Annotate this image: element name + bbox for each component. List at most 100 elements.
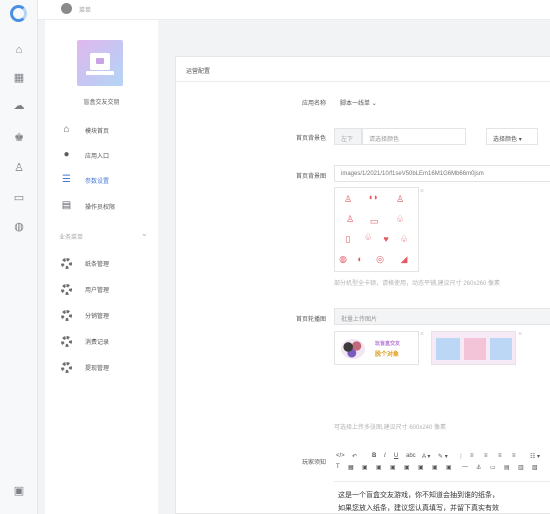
align-center-icon[interactable]: ≡ xyxy=(484,453,488,459)
menu-item-label: 纸条管理 xyxy=(85,262,110,268)
lock-icon[interactable]: ▣ xyxy=(13,485,25,497)
print-icon[interactable]: ▤ xyxy=(504,464,510,471)
map-icon[interactable]: ▣ xyxy=(418,464,424,471)
select-color-label: 选择颜色 xyxy=(493,137,518,143)
user-icon[interactable]: ♙ xyxy=(13,162,25,174)
bg-color-label: 首页背景色 xyxy=(295,136,326,142)
select-color-button[interactable]: 选择颜色 ▾ xyxy=(486,128,538,145)
gift-box-icon xyxy=(90,53,110,70)
home-icon[interactable]: ⌂ xyxy=(13,44,25,56)
breadcrumb[interactable]: 菜单 xyxy=(79,5,91,14)
remove-banner-2-icon[interactable]: × xyxy=(518,331,522,338)
editor-content[interactable]: 这是一个盲盒交友游戏，你不知道会抽到谁的纸条， 如果您放入纸条，建议您认真填写，… xyxy=(334,481,550,514)
hr-icon[interactable]: — xyxy=(462,464,468,470)
secondary-menu: 盲盒交友交朋 ⌂ 模块首页 ● 应用入口 ☰ 参数设置 ▤ 操作员权限 业务菜单… xyxy=(45,20,158,514)
monitor-icon[interactable]: ▭ xyxy=(13,192,25,204)
bg-image-preview: ♙ ◖◗ ♙ ♙ ▭ ♧ ▯ ♧ ♥ ♧ ◍ ◐ ◎ ◢ xyxy=(334,187,419,272)
batch-upload-button[interactable]: 批量上传图片 xyxy=(334,308,550,325)
gear-icon xyxy=(61,284,72,295)
bg-color-input[interactable]: 请选择颜色 xyxy=(362,128,466,145)
strikethrough-icon[interactable]: abc xyxy=(406,453,416,459)
cloud-icon[interactable]: ☁ xyxy=(13,100,25,112)
cup-icon: ♙ xyxy=(395,194,405,204)
menu-item-notes[interactable]: 纸条管理 xyxy=(45,251,158,275)
underline-icon[interactable]: U xyxy=(394,453,398,459)
users-icon[interactable]: ♚ xyxy=(13,132,25,144)
box-image xyxy=(436,338,460,360)
app-name-label: 应用名称 xyxy=(301,101,326,107)
app-logo-icon[interactable] xyxy=(10,5,27,22)
banner-text-2: 脱个对象 xyxy=(375,352,400,358)
bg-image-hint: 部分机型全卡顿，请格使用，动态平铺,建议尺寸 260x260 像素 xyxy=(334,281,501,287)
document-icon: ▤ xyxy=(61,200,72,211)
menu-item-distribution[interactable]: 分销管理 xyxy=(45,303,158,327)
app-name-select[interactable]: 脚本一线单 ⌄ xyxy=(334,93,396,110)
music-icon[interactable]: ▣ xyxy=(404,464,410,471)
align-left-icon[interactable]: ≡ xyxy=(470,453,474,459)
paragraph-icon[interactable]: T xyxy=(336,464,340,470)
anchor-icon[interactable]: ⚓ xyxy=(476,464,481,471)
more-icon[interactable]: ⋮ xyxy=(458,453,464,460)
notice-label: 玩家须知 xyxy=(301,460,326,466)
search-icon[interactable]: ▧ xyxy=(532,464,538,471)
tray-shape xyxy=(86,71,114,75)
icecream-icon: ♧ xyxy=(399,234,409,244)
emoji-icon[interactable]: ▣ xyxy=(446,464,452,471)
bold-icon[interactable]: B xyxy=(372,453,376,459)
cup-icon: ♙ xyxy=(343,194,353,204)
highlight-icon[interactable]: ✎ ▾ xyxy=(438,453,448,460)
globe-icon[interactable]: ◍ xyxy=(13,221,25,233)
candy-icon: ▭ xyxy=(369,216,379,226)
candy-icon: ◐ xyxy=(357,254,363,264)
home-icon: ⌂ xyxy=(63,124,70,135)
gear-icon xyxy=(61,362,72,373)
preview-icon[interactable]: ▥ xyxy=(518,464,524,471)
source-icon[interactable]: </> xyxy=(336,453,345,459)
bg-image-path-input[interactable]: images/1/2021/10/f1seV50bLEm16M1G6Mb66m0… xyxy=(334,165,550,182)
clear-icon[interactable]: ▭ xyxy=(490,464,496,471)
app-thumbnail xyxy=(77,40,123,86)
menu-item-withdrawals[interactable]: 提现管理 xyxy=(45,355,158,379)
editor-line-2: 如果您放入纸条，建议您认真填写，并留下真实有效 xyxy=(338,505,499,512)
editor-line-1: 这是一个盲盒交友游戏，你不知道会抽到谁的纸条， xyxy=(338,492,499,499)
list-icon[interactable]: ☷ ▾ xyxy=(530,453,540,460)
heart-icon: ♥ xyxy=(383,234,389,244)
menu-item-consumption[interactable]: 消费记录 xyxy=(45,329,158,353)
image-icon[interactable]: ▣ xyxy=(362,464,368,471)
justify-icon[interactable]: ≡ xyxy=(512,453,516,459)
top-bar: 菜单 xyxy=(38,0,550,20)
icon-rail: ⌂ ▦ ☁ ♚ ♙ ▭ ◍ ▣ xyxy=(0,0,38,514)
align-right-icon[interactable]: ≡ xyxy=(498,453,502,459)
carousel-label: 首页轮播图 xyxy=(295,317,326,323)
gear-icon xyxy=(61,258,72,269)
menu-item-operator-permissions[interactable]: ▤ 操作员权限 xyxy=(45,194,158,218)
chevron-down-icon: ⌄ xyxy=(371,101,377,107)
app-name: 盲盒交友交朋 xyxy=(83,100,120,106)
menu-item-users[interactable]: 用户管理 xyxy=(45,277,158,301)
breadcrumb-home-icon[interactable] xyxy=(61,3,72,14)
app-name-value: 脚本一线单 xyxy=(340,101,371,107)
video-icon[interactable]: ▣ xyxy=(376,464,382,471)
menu-item-module-home[interactable]: ⌂ 模块首页 xyxy=(45,118,158,142)
table-icon[interactable]: ▦ xyxy=(348,464,354,471)
bg-color-prefix: 左下 xyxy=(334,128,362,145)
italic-icon[interactable]: I xyxy=(384,453,386,459)
panel-header: 运营配置 xyxy=(176,57,550,82)
font-color-icon[interactable]: A ▾ xyxy=(422,453,430,460)
chevron-down-icon[interactable]: ⌄ xyxy=(141,229,148,238)
remove-image-icon[interactable]: × xyxy=(420,188,424,195)
menu-item-settings[interactable]: ☰ 参数设置 xyxy=(45,168,158,192)
caret-down-icon: ▾ xyxy=(518,137,522,143)
menu-item-label: 参数设置 xyxy=(85,179,110,185)
icecream-icon: ♧ xyxy=(363,232,373,242)
remove-banner-1-icon[interactable]: × xyxy=(420,331,424,338)
file-icon[interactable]: ▣ xyxy=(390,464,396,471)
code-icon[interactable]: ▣ xyxy=(432,464,438,471)
gear-icon xyxy=(61,310,72,321)
menu-item-app-entry[interactable]: ● 应用入口 xyxy=(45,143,158,167)
undo-icon[interactable]: ↶ xyxy=(352,453,357,460)
bg-image-label: 首页背景图 xyxy=(295,174,326,180)
candy-icon: ◖◗ xyxy=(367,192,379,202)
box-image xyxy=(464,338,486,360)
apps-icon[interactable]: ▦ xyxy=(13,72,25,84)
